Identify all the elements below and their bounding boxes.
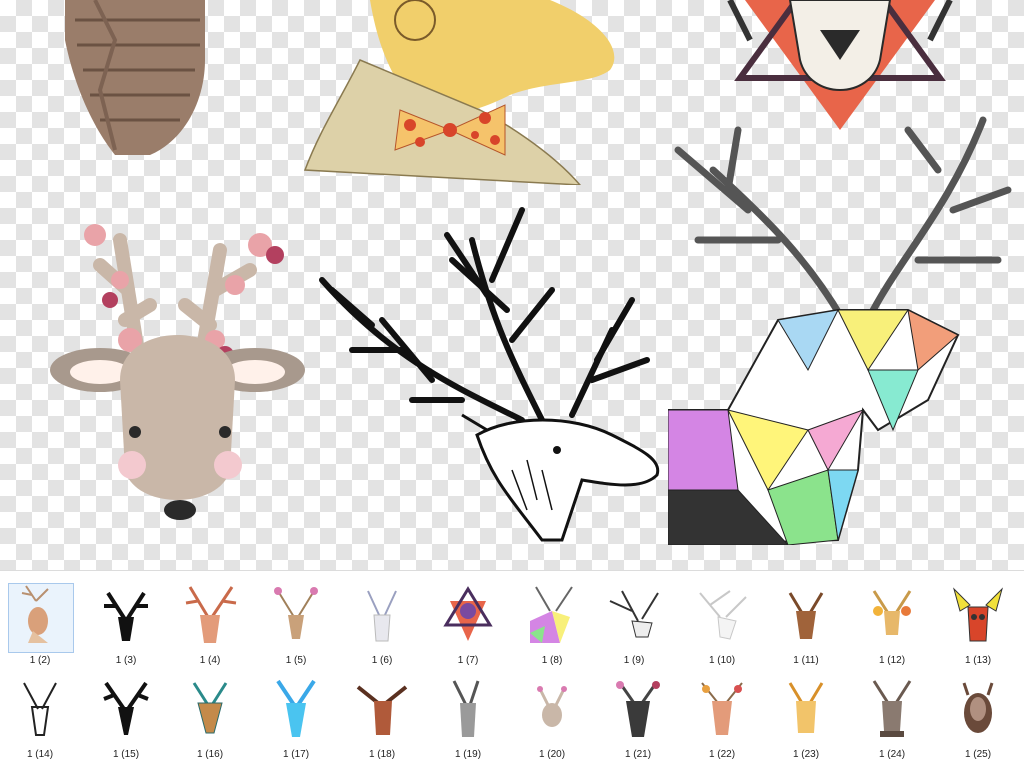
thumbnail-label: 1 (20) <box>538 749 566 760</box>
thumbnail-item[interactable]: 1 (17) <box>260 671 332 761</box>
cute-flower-deer <box>50 224 305 520</box>
thumbnail-strip: 1 (2) 1 (3) 1 (4) 1 (5) 1 (6) 1 (7) 1 (8… <box>0 570 1024 769</box>
black-deer-head-icon <box>104 591 148 641</box>
white-deer-icon <box>367 590 397 642</box>
thumbnail-label: 1 (5) <box>285 655 307 666</box>
thumbnail-item[interactable]: 1 (21) <box>602 671 674 761</box>
moose-icon <box>953 587 1003 642</box>
thumbnail-item[interactable]: 1 (6) <box>346 577 418 667</box>
thumbnail-item[interactable]: 1 (10) <box>686 577 758 667</box>
thumbnail-label: 1 (13) <box>964 655 992 666</box>
trophy-deer-icon <box>962 682 994 733</box>
thumbnail-item[interactable]: 1 (13) <box>942 577 1014 667</box>
thumbnail-item[interactable]: 1 (5) <box>260 577 332 667</box>
thumbnail-label: 1 (3) <box>115 655 137 666</box>
thumbnail-label: 1 (8) <box>541 655 563 666</box>
mounted-deer-icon <box>872 680 912 737</box>
cute-deer-icon <box>537 686 567 727</box>
thumbnail-item[interactable]: 1 (25) <box>942 671 1014 761</box>
wooden-deer-sculpture <box>65 0 205 155</box>
thumbnail-item[interactable]: 1 (16) <box>174 671 246 761</box>
llama-bowtie-illustration <box>303 0 615 185</box>
floral-antler-deer-icon <box>701 682 743 735</box>
ethnic-deer-icon <box>443 586 493 641</box>
deer-illustration-icon <box>21 585 49 643</box>
thumbnail-item[interactable]: 1 (22) <box>686 671 758 761</box>
thumbnail-label: 1 (18) <box>368 749 396 760</box>
gray-deer-icon <box>452 680 480 737</box>
ink-deer-icon <box>23 682 57 736</box>
silhouette-deer-icon <box>103 681 149 735</box>
brown-deer-icon <box>788 592 824 639</box>
geometric-colorful-deer <box>668 116 1012 545</box>
thumbnail-item[interactable]: 1 (3) <box>90 577 162 667</box>
teal-deer-icon <box>192 682 228 734</box>
thumbnail-item[interactable]: 1 (12) <box>856 577 928 667</box>
thumbnail-item[interactable]: 1 (14) <box>4 671 76 761</box>
thumbnail-item[interactable]: 1 (24) <box>856 671 928 761</box>
floral-deer-icon <box>274 587 318 639</box>
thumbnail-label: 1 (16) <box>196 749 224 760</box>
lineart-deer-icon <box>699 590 747 640</box>
thumbnail-label: 1 (7) <box>457 655 479 666</box>
thumbnail-item[interactable]: 1 (8) <box>516 577 588 667</box>
geometric-deer-icon <box>530 586 573 643</box>
thumbnail-item[interactable]: 1 (9) <box>598 577 670 667</box>
dark-deer-icon <box>616 681 660 737</box>
sketch-deer-icon <box>609 590 659 638</box>
thumbnail-label: 1 (14) <box>26 749 54 760</box>
thumbnail-label: 1 (25) <box>964 749 992 760</box>
thumbnail-label: 1 (12) <box>878 655 906 666</box>
thumbnail-item[interactable]: 1 (4) <box>174 577 246 667</box>
thumbnail-label: 1 (6) <box>371 655 393 666</box>
thumbnail-label: 1 (2) <box>29 655 51 666</box>
blue-deer-icon <box>276 679 316 737</box>
thumbnail-label: 1 (15) <box>112 749 140 760</box>
thumbnail-label: 1 (11) <box>793 655 819 666</box>
red-deer-icon <box>356 685 408 735</box>
thumbnail-label: 1 (10) <box>708 655 736 666</box>
thumbnail-item[interactable]: 1 (7) <box>432 577 504 667</box>
thumbnail-item[interactable]: 1 (23) <box>770 671 842 761</box>
thumbnail-label: 1 (17) <box>282 749 310 760</box>
thumbnail-label: 1 (21) <box>624 749 652 760</box>
thumbnail-item[interactable]: 1 (19) <box>432 671 504 761</box>
thumbnail-label: 1 (9) <box>623 655 645 666</box>
thumbnail-item[interactable]: 1 (20) <box>516 671 588 761</box>
thumbnail-label: 1 (19) <box>454 749 482 760</box>
thumbnail-item[interactable]: 1 (11) <box>770 577 842 667</box>
ink-stag-head <box>319 207 660 542</box>
thumbnail-item[interactable]: 1 (15) <box>90 671 162 761</box>
thumbnail-item[interactable]: 1 (18) <box>346 671 418 761</box>
thumbnail-label: 1 (4) <box>199 655 221 666</box>
flower-deer-icon <box>872 590 912 635</box>
thumbnail-label: 1 (24) <box>878 749 906 760</box>
thumbnail-label: 1 (23) <box>792 749 820 760</box>
yellow-deer-icon <box>788 682 824 733</box>
thumbnail-label: 1 (22) <box>708 749 736 760</box>
canvas-area <box>0 0 1024 570</box>
thumbnail-item[interactable]: 1 (2) <box>4 577 76 667</box>
watercolor-deer-icon <box>185 586 237 643</box>
